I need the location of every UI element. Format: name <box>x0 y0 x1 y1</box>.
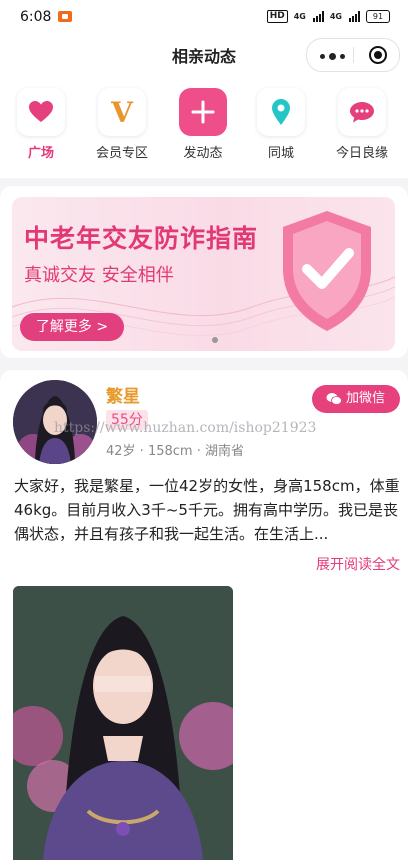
nav-label-daily-match: 今日良缘 <box>335 146 388 161</box>
capsule-divider <box>353 47 354 63</box>
location-pin-icon <box>257 88 305 136</box>
post-text: 大家好，我是繁星，一位42岁的女性，身高158cm，体重46kg。目前月收入3千… <box>14 477 400 543</box>
nav-bar: 相亲动态 <box>0 34 408 74</box>
post-card: 繁星 55分 42岁 · 158cm · 湖南省 加微信 https://www… <box>0 370 408 860</box>
more-icon[interactable] <box>320 53 345 60</box>
learn-more-button[interactable]: 了解更多 > <box>20 313 124 341</box>
nav-label-vip: 会员专区 <box>95 146 148 161</box>
heart-icon <box>17 88 65 136</box>
promo-banner[interactable]: 中老年交友防诈指南 真诚交友 安全相伴 了解更多 > <box>12 197 395 351</box>
nav-label-nearby: 同城 <box>267 146 294 161</box>
close-miniprogram-icon[interactable] <box>369 46 387 64</box>
nav-item-post[interactable]: 发动态 <box>168 88 238 161</box>
plus-icon <box>179 88 227 136</box>
app-notification-icon <box>58 11 72 22</box>
battery-icon: 91 <box>366 10 390 23</box>
banner-section: 中老年交友防诈指南 真诚交友 安全相伴 了解更多 > <box>0 186 408 358</box>
username: 繁星 <box>106 387 140 407</box>
signal-icon <box>312 11 324 22</box>
status-bar: 6:08 HD 4G 4G 91 <box>0 0 408 34</box>
nav-label-post: 发动态 <box>183 146 223 161</box>
banner-subtitle: 真诚交友 安全相伴 <box>24 265 174 286</box>
nav-item-daily-match[interactable]: 今日良缘 <box>327 88 397 161</box>
read-more-link[interactable]: 展开阅读全文 <box>316 554 400 574</box>
post-photo[interactable] <box>13 586 233 860</box>
user-info: 42岁 · 158cm · 湖南省 <box>106 444 244 459</box>
add-wechat-button[interactable]: 加微信 <box>312 385 400 413</box>
network-label: 4G <box>293 12 306 21</box>
carousel-indicator <box>212 337 218 343</box>
nav-item-nearby[interactable]: 同城 <box>246 88 316 161</box>
nav-label-square: 广场 <box>27 146 54 161</box>
add-wechat-label: 加微信 <box>346 391 386 406</box>
category-nav: 广场 V 会员专区 发动态 同城 今日良缘 <box>0 74 408 178</box>
status-time: 6:08 <box>20 9 52 25</box>
miniprogram-capsule <box>306 38 400 72</box>
watermark-url: https://www.huzhan.com/ishop21923 <box>54 420 317 436</box>
signal-icon-2 <box>349 11 360 22</box>
network-label-2: 4G <box>329 12 342 21</box>
wechat-icon <box>326 393 342 405</box>
chat-bubble-icon <box>338 88 386 136</box>
shield-check-icon <box>283 211 371 331</box>
nav-item-vip[interactable]: V 会员专区 <box>87 88 157 161</box>
nav-item-square[interactable]: 广场 <box>6 88 76 161</box>
status-indicators: HD 4G 4G 91 <box>266 10 390 23</box>
banner-title: 中老年交友防诈指南 <box>24 224 259 253</box>
vip-v-icon: V <box>98 88 146 136</box>
hd-icon: HD <box>266 10 288 23</box>
